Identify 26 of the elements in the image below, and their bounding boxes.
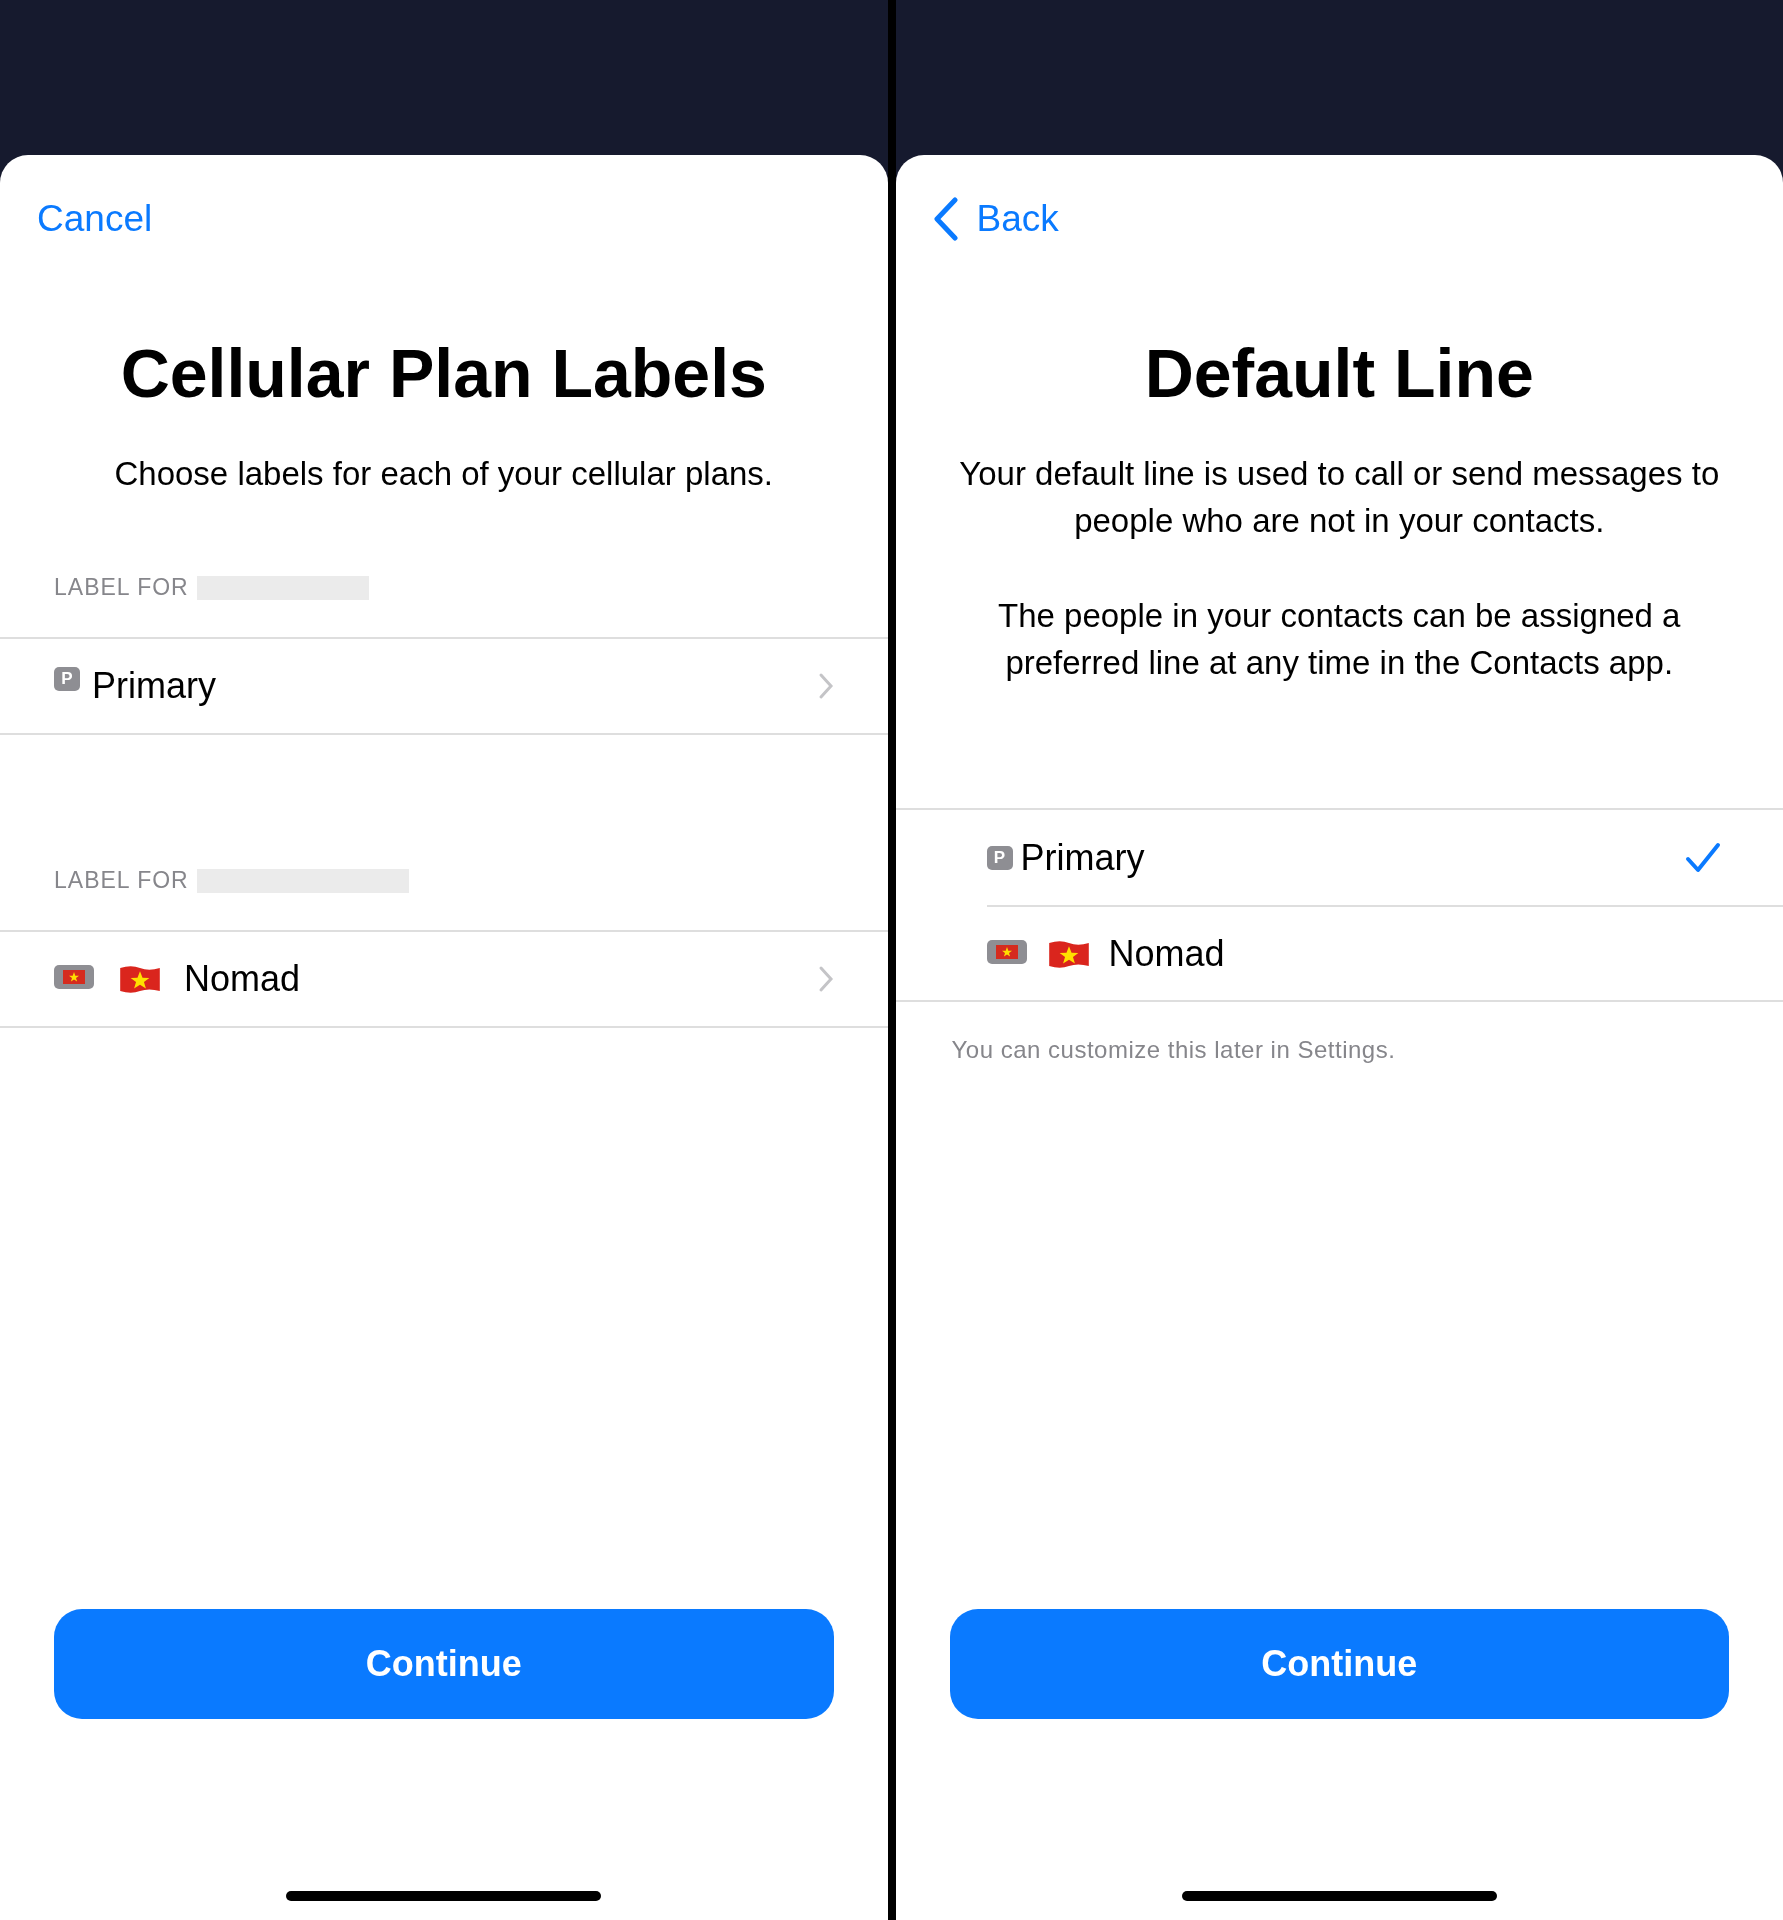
plan-label: Nomad (184, 958, 301, 1000)
badge: P (986, 845, 1013, 870)
chevron-right-icon (817, 965, 834, 993)
section-header: LABEL FOR (54, 867, 189, 894)
badge: P (54, 667, 80, 691)
description: The people in your contacts can be assigned a preferred line at any time in the Contacts app. (997, 596, 1682, 683)
cancel-button[interactable]: Cancel (37, 198, 153, 240)
section-header: LABEL FOR (54, 574, 189, 601)
line-option[interactable]: Nomad (986, 905, 1783, 1000)
flag-icon (118, 963, 162, 995)
description: Choose labels for each of your cellular plans. (113, 454, 774, 494)
sheet-title: Default Line (1143, 334, 1535, 413)
chevron-left-icon (932, 197, 959, 241)
back-button[interactable]: Back (932, 197, 1059, 241)
continue-button[interactable]: Continue (54, 1609, 834, 1719)
footnote: You can customize this later in Settings. (951, 1036, 1397, 1064)
line-option[interactable]: P Primary (986, 810, 1783, 905)
plan-row[interactable]: P Primary (0, 637, 888, 735)
sheet-title: Cellular Plan Labels (119, 334, 768, 413)
plan-row[interactable]: Nomad (0, 930, 888, 1028)
chevron-right-icon (817, 672, 834, 700)
line-label: Nomad (1108, 932, 1225, 975)
description: Your default line is used to call or send messages to people who are not in your contacts. (958, 454, 1721, 541)
continue-button[interactable]: Continue (949, 1609, 1729, 1719)
line-label: Primary (1020, 836, 1145, 879)
plan-label: Primary (92, 665, 216, 707)
